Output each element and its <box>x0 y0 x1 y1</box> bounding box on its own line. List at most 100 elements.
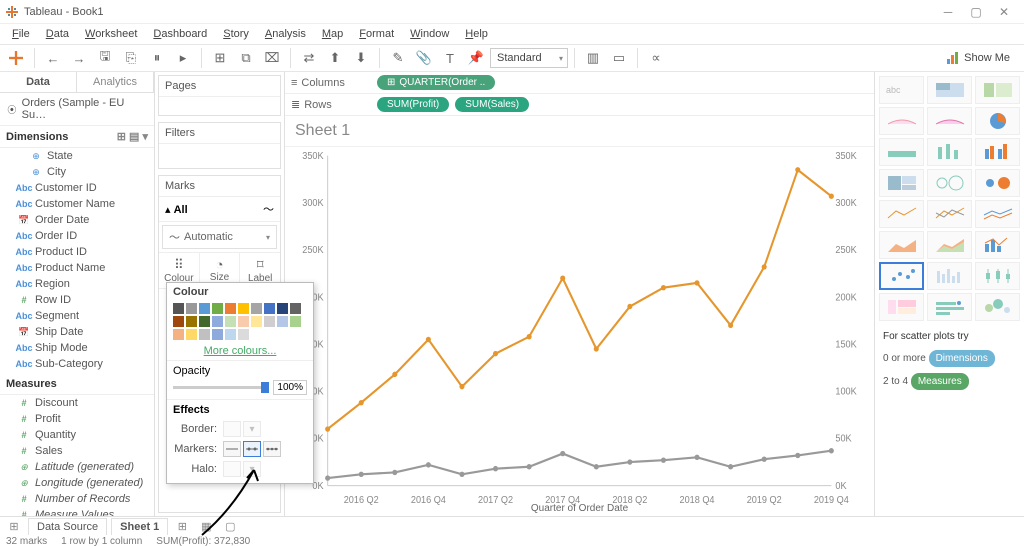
menu-file[interactable]: File <box>4 26 38 42</box>
showme-chart-5[interactable] <box>975 107 1020 135</box>
colour-swatch[interactable] <box>173 329 184 340</box>
label-button[interactable]: T <box>438 47 462 69</box>
close-button[interactable]: ✕ <box>990 2 1018 22</box>
showme-chart-8[interactable] <box>975 138 1020 166</box>
new-worksheet-button[interactable]: ⊞ <box>208 47 232 69</box>
menu-window[interactable]: Window <box>402 26 457 42</box>
chart[interactable]: 0K0K50K50K100K100K150K150K200K200K250K25… <box>285 147 874 516</box>
dim-field-city[interactable]: ⊕City <box>0 164 154 180</box>
colour-swatch[interactable] <box>277 316 288 327</box>
sheet-title[interactable]: Sheet 1 <box>285 116 874 147</box>
showme-chart-22[interactable] <box>927 293 972 321</box>
save-button[interactable]: 🖫 <box>93 47 117 69</box>
filters-shelf[interactable]: Filters <box>158 122 281 169</box>
meas-field-discount[interactable]: #Discount <box>0 395 154 411</box>
meas-field-latitude-generated-[interactable]: ⊕Latitude (generated) <box>0 459 154 475</box>
dim-field-product-id[interactable]: AbcProduct ID <box>0 244 154 260</box>
pill-sales[interactable]: SUM(Sales) <box>455 97 529 112</box>
colour-swatch[interactable] <box>173 303 184 314</box>
marks-all-row[interactable]: ▴ All 〜 <box>159 197 280 222</box>
colour-swatch[interactable] <box>212 303 223 314</box>
colour-swatch[interactable] <box>199 303 210 314</box>
menu-data[interactable]: Data <box>38 26 77 42</box>
colour-swatch[interactable] <box>212 329 223 340</box>
showme-chart-15[interactable] <box>879 231 924 259</box>
columns-shelf[interactable]: ≡Columns ⊞ QUARTER(Order .. <box>285 72 874 94</box>
showme-chart-6[interactable] <box>879 138 924 166</box>
colour-swatch[interactable] <box>264 316 275 327</box>
share-button[interactable]: ∝ <box>644 47 668 69</box>
showme-chart-4[interactable] <box>927 107 972 135</box>
colour-swatch[interactable] <box>225 303 236 314</box>
showme-chart-0[interactable]: abc <box>879 76 924 104</box>
dim-field-customer-id[interactable]: AbcCustomer ID <box>0 180 154 196</box>
showme-chart-12[interactable] <box>879 200 924 228</box>
showme-chart-2[interactable] <box>975 76 1020 104</box>
clear-button[interactable]: ⌧ <box>260 47 284 69</box>
showme-chart-18[interactable] <box>879 262 924 290</box>
rows-shelf[interactable]: ≣Rows SUM(Profit) SUM(Sales) <box>285 94 874 116</box>
sort-asc-button[interactable]: ⬆ <box>323 47 347 69</box>
pin-button[interactable]: 📌 <box>464 47 488 69</box>
dim-field-order-id[interactable]: AbcOrder ID <box>0 228 154 244</box>
swap-button[interactable]: ⇄ <box>297 47 321 69</box>
halo-option[interactable]: ▾ <box>243 461 261 477</box>
pill-quarter[interactable]: ⊞ QUARTER(Order .. <box>377 75 495 90</box>
showme-chart-19[interactable] <box>927 262 972 290</box>
duplicate-button[interactable]: ⧉ <box>234 47 258 69</box>
meas-field-sales[interactable]: #Sales <box>0 443 154 459</box>
showme-chart-21[interactable] <box>879 293 924 321</box>
showme-chart-7[interactable] <box>927 138 972 166</box>
dim-field-ship-date[interactable]: 📅Ship Date <box>0 324 154 340</box>
pill-profit[interactable]: SUM(Profit) <box>377 97 449 112</box>
colour-swatch[interactable] <box>199 329 210 340</box>
colour-swatch[interactable] <box>290 316 301 327</box>
datasource-item[interactable]: ⦿ Orders (Sample - EU Su… <box>0 93 154 126</box>
sheet1-tab[interactable]: Sheet 1 <box>111 518 168 535</box>
dim-field-customer-name[interactable]: AbcCustomer Name <box>0 196 154 212</box>
tableau-start-icon[interactable] <box>4 47 28 69</box>
dim-field-row-id[interactable]: #Row ID <box>0 292 154 308</box>
menu-format[interactable]: Format <box>351 26 402 42</box>
markers-all[interactable] <box>263 441 281 457</box>
showme-toggle[interactable]: Show Me <box>946 51 1020 65</box>
colour-swatch[interactable] <box>173 316 184 327</box>
group-button[interactable]: 📎 <box>412 47 436 69</box>
showme-chart-9[interactable] <box>879 169 924 197</box>
colour-swatch[interactable] <box>225 329 236 340</box>
showme-chart-13[interactable] <box>927 200 972 228</box>
menu-help[interactable]: Help <box>457 26 496 42</box>
colour-swatch[interactable] <box>186 329 197 340</box>
showme-chart-11[interactable] <box>975 169 1020 197</box>
opacity-slider[interactable] <box>173 386 269 389</box>
colour-swatch[interactable] <box>251 303 262 314</box>
menu-worksheet[interactable]: Worksheet <box>77 26 145 42</box>
fit-combo[interactable]: Standard <box>490 48 568 68</box>
new-worksheet-tab[interactable]: ⊞ <box>172 520 192 533</box>
colour-swatch[interactable] <box>212 316 223 327</box>
menu-map[interactable]: Map <box>314 26 351 42</box>
colour-swatch[interactable] <box>199 316 210 327</box>
markers-on[interactable] <box>243 441 261 457</box>
dim-field-state[interactable]: ⊕State <box>0 148 154 164</box>
dim-field-sub-category[interactable]: AbcSub-Category <box>0 356 154 372</box>
meas-field-measure-values[interactable]: #Measure Values <box>0 507 154 516</box>
tab-data[interactable]: Data <box>0 72 77 92</box>
showme-chart-14[interactable] <box>975 200 1020 228</box>
pages-shelf[interactable]: Pages <box>158 75 281 116</box>
tab-analytics[interactable]: Analytics <box>77 72 154 92</box>
dim-field-region[interactable]: AbcRegion <box>0 276 154 292</box>
menu-dashboard[interactable]: Dashboard <box>145 26 215 42</box>
showme-chart-23[interactable] <box>975 293 1020 321</box>
colour-swatch[interactable] <box>225 316 236 327</box>
showme-chart-17[interactable] <box>975 231 1020 259</box>
colour-swatch[interactable] <box>290 303 301 314</box>
showme-chart-10[interactable] <box>927 169 972 197</box>
presentation-button[interactable]: ▭ <box>607 47 631 69</box>
mark-type-select[interactable]: 〜Automatic <box>162 225 277 249</box>
colour-swatch[interactable] <box>238 316 249 327</box>
halo-option[interactable] <box>223 461 241 477</box>
sort-desc-button[interactable]: ⬇ <box>349 47 373 69</box>
colour-swatch[interactable] <box>238 329 249 340</box>
pause-updates-button[interactable]: ⏸ <box>145 47 169 69</box>
